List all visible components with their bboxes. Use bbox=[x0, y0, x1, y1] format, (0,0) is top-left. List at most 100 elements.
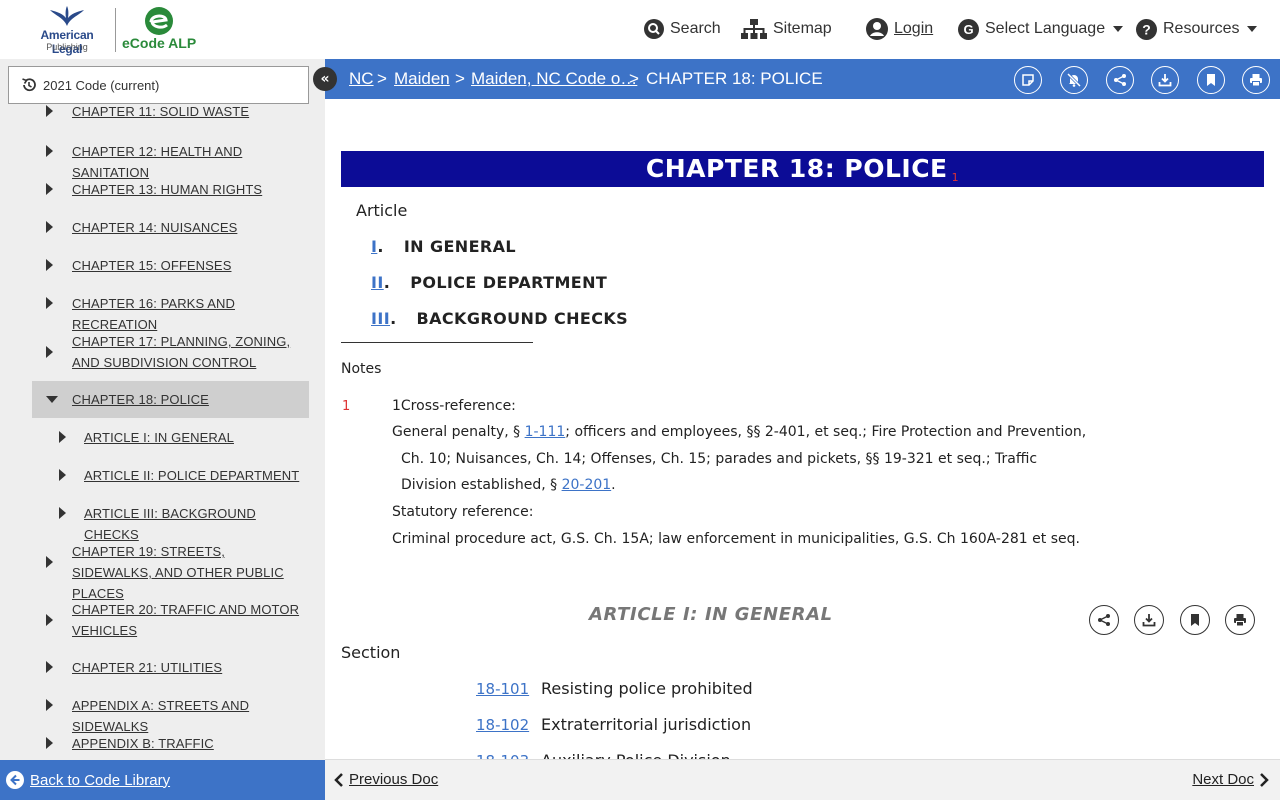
share-button[interactable] bbox=[1106, 66, 1134, 94]
collapse-sidebar-button[interactable]: « bbox=[313, 67, 337, 91]
ecode-alp-logo[interactable]: eCode ALP bbox=[122, 6, 196, 52]
doc-navigation-bar: Previous Doc Next Doc bbox=[325, 759, 1280, 800]
toc-chapter-20[interactable]: CHAPTER 20: TRAFFIC AND MOTOR VEHICLES bbox=[32, 599, 309, 641]
previous-doc-label: Previous Doc bbox=[349, 771, 439, 788]
american-legal-logo[interactable]: American Legal Publishing bbox=[26, 6, 108, 56]
expand-arrow-icon[interactable] bbox=[46, 297, 53, 309]
article-title-3: BACKGROUND CHECKS bbox=[416, 309, 629, 328]
toc-item-label[interactable]: CHAPTER 12: HEALTH AND SANITATION bbox=[72, 141, 305, 183]
toc-item-label[interactable]: CHAPTER 17: PLANNING, ZONING, AND SUBDIV… bbox=[72, 331, 305, 373]
breadcrumb-code[interactable]: Maiden, NC Code o… bbox=[471, 69, 637, 89]
expand-arrow-icon[interactable] bbox=[46, 221, 53, 233]
article-download-button[interactable] bbox=[1134, 605, 1164, 635]
sitemap-icon bbox=[741, 19, 767, 39]
article-dot: . bbox=[383, 273, 391, 292]
article-share-button[interactable] bbox=[1089, 605, 1119, 635]
toc-appendix-b[interactable]: APPENDIX B: TRAFFIC bbox=[32, 733, 309, 753]
toc-item-label[interactable]: CHAPTER 16: PARKS AND RECREATION bbox=[72, 293, 305, 335]
toc-chapter-18-active[interactable]: CHAPTER 18: POLICE bbox=[32, 381, 309, 418]
print-icon bbox=[1234, 614, 1246, 627]
sitemap-link[interactable]: Sitemap bbox=[741, 17, 832, 41]
toc-item-label[interactable]: APPENDIX A: STREETS AND SIDEWALKS bbox=[72, 695, 305, 737]
toc-item-label[interactable]: CHAPTER 14: NUISANCES bbox=[72, 217, 305, 238]
toc-item-label[interactable]: CHAPTER 15: OFFENSES bbox=[72, 255, 305, 276]
code-version-selector[interactable]: 2021 Code (current) bbox=[8, 66, 309, 104]
search-link[interactable]: Search bbox=[644, 17, 721, 41]
toc-chapter-12[interactable]: CHAPTER 12: HEALTH AND SANITATION bbox=[32, 141, 309, 180]
breadcrumb: NC > Maiden > Maiden, NC Code o… > CHAPT… bbox=[325, 59, 1280, 99]
article-link-3[interactable]: III bbox=[371, 309, 390, 328]
toc-item-label[interactable]: APPENDIX B: TRAFFIC bbox=[72, 733, 305, 754]
toc-article-2[interactable]: ARTICLE II: POLICE DEPARTMENT bbox=[32, 465, 309, 485]
breadcrumb-maiden[interactable]: Maiden bbox=[394, 69, 450, 89]
expand-arrow-icon[interactable] bbox=[46, 614, 53, 626]
toc-item-label[interactable]: CHAPTER 13: HUMAN RIGHTS bbox=[72, 179, 305, 200]
toc-chapter-14[interactable]: CHAPTER 14: NUISANCES bbox=[32, 217, 309, 237]
section-number-link[interactable]: 18-101 bbox=[476, 680, 541, 698]
ecode-e-icon bbox=[145, 7, 173, 35]
article-print-button[interactable] bbox=[1225, 605, 1255, 635]
toc-chapter-21[interactable]: CHAPTER 21: UTILITIES bbox=[32, 657, 309, 677]
expand-arrow-icon[interactable] bbox=[46, 346, 53, 358]
alerts-off-button[interactable] bbox=[1060, 66, 1088, 94]
toc-chapter-17[interactable]: CHAPTER 17: PLANNING, ZONING, AND SUBDIV… bbox=[32, 331, 309, 373]
notes-heading: Notes bbox=[341, 361, 382, 377]
article-link-2[interactable]: II bbox=[371, 273, 384, 292]
toc-article-3[interactable]: ARTICLE III: BACKGROUND CHECKS bbox=[32, 503, 309, 542]
breadcrumb-separator: > bbox=[455, 69, 465, 88]
article-bookmark-button[interactable] bbox=[1180, 605, 1210, 635]
toc-item-label[interactable]: ARTICLE II: POLICE DEPARTMENT bbox=[84, 465, 305, 486]
expand-arrow-icon[interactable] bbox=[46, 105, 53, 117]
section-link-20-201[interactable]: 20-201 bbox=[562, 477, 612, 493]
document-content: CHAPTER 18: POLICE 1 Article I. IN GENERA… bbox=[325, 99, 1280, 759]
chevron-right-icon bbox=[1260, 772, 1269, 787]
resources-dropdown[interactable]: ? Resources bbox=[1136, 17, 1258, 41]
collapse-arrow-icon[interactable] bbox=[46, 396, 58, 403]
expand-arrow-icon[interactable] bbox=[46, 556, 53, 568]
expand-arrow-icon[interactable] bbox=[59, 469, 66, 481]
expand-arrow-icon[interactable] bbox=[46, 183, 53, 195]
expand-arrow-icon[interactable] bbox=[59, 431, 66, 443]
select-language-dropdown[interactable]: G Select Language bbox=[958, 17, 1124, 41]
toc-chapter-13[interactable]: CHAPTER 13: HUMAN RIGHTS bbox=[32, 179, 309, 199]
toc-item-label[interactable]: CHAPTER 21: UTILITIES bbox=[72, 657, 305, 678]
expand-arrow-icon[interactable] bbox=[46, 661, 53, 673]
back-to-code-library-label: Back to Code Library bbox=[30, 771, 171, 789]
expand-arrow-icon[interactable] bbox=[59, 507, 66, 519]
toc-item-label[interactable]: CHAPTER 11: SOLID WASTE bbox=[72, 103, 305, 122]
section-number-link[interactable]: 18-102 bbox=[476, 716, 541, 734]
breadcrumb-nc[interactable]: NC bbox=[349, 69, 374, 89]
expand-arrow-icon[interactable] bbox=[46, 259, 53, 271]
chevron-left-icon bbox=[334, 772, 343, 787]
toc-appendix-a[interactable]: APPENDIX A: STREETS AND SIDEWALKS bbox=[32, 695, 309, 734]
toc-list: CHAPTER 11: SOLID WASTE CHAPTER 12: HEAL… bbox=[0, 103, 325, 760]
toc-chapter-15[interactable]: CHAPTER 15: OFFENSES bbox=[32, 255, 309, 275]
section-number-link[interactable]: 18-103 bbox=[476, 752, 541, 759]
chapter-footnote-ref[interactable]: 1 bbox=[952, 171, 960, 184]
toc-chapter-11[interactable]: CHAPTER 11: SOLID WASTE bbox=[32, 103, 309, 123]
previous-doc-link[interactable]: Previous Doc bbox=[333, 771, 438, 788]
footnote-number: 1 bbox=[342, 399, 351, 414]
expand-arrow-icon[interactable] bbox=[46, 145, 53, 157]
back-to-code-library-link[interactable]: Back to Code Library bbox=[0, 760, 325, 800]
expand-arrow-icon[interactable] bbox=[46, 699, 53, 711]
svg-text:G: G bbox=[963, 22, 973, 37]
next-doc-link[interactable]: Next Doc bbox=[1192, 771, 1270, 788]
toc-item-label[interactable]: CHAPTER 20: TRAFFIC AND MOTOR VEHICLES bbox=[72, 599, 305, 641]
toc-item-label[interactable]: CHAPTER 18: POLICE bbox=[72, 389, 305, 410]
annotate-button[interactable] bbox=[1014, 66, 1042, 94]
print-button[interactable] bbox=[1242, 66, 1270, 94]
toc-chapter-19[interactable]: CHAPTER 19: STREETS, SIDEWALKS, AND OTHE… bbox=[32, 541, 309, 601]
article-row-1: I. IN GENERAL bbox=[371, 237, 516, 256]
toc-item-label[interactable]: CHAPTER 19: STREETS, SIDEWALKS, AND OTHE… bbox=[72, 541, 305, 604]
toc-item-label[interactable]: ARTICLE I: IN GENERAL bbox=[84, 427, 305, 448]
login-link[interactable]: Login bbox=[866, 17, 933, 41]
toc-chapter-16[interactable]: CHAPTER 16: PARKS AND RECREATION bbox=[32, 293, 309, 332]
bookmark-button[interactable] bbox=[1197, 66, 1225, 94]
download-button[interactable] bbox=[1151, 66, 1179, 94]
expand-arrow-icon[interactable] bbox=[46, 737, 53, 749]
section-link-1-111[interactable]: 1-111 bbox=[525, 424, 566, 440]
toc-article-1[interactable]: ARTICLE I: IN GENERAL bbox=[32, 427, 309, 447]
breadcrumb-separator: > bbox=[377, 69, 387, 88]
toc-item-label[interactable]: ARTICLE III: BACKGROUND CHECKS bbox=[84, 503, 305, 545]
